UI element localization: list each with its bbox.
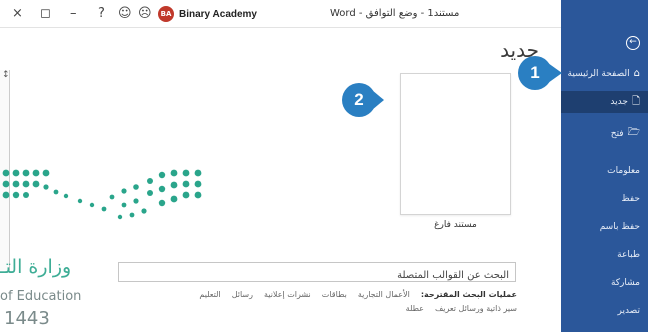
sidebar-item-label: مشاركة bbox=[610, 278, 640, 288]
sidebar-item-label: معلومات bbox=[607, 166, 640, 176]
close-icon[interactable]: × bbox=[12, 6, 23, 22]
template-search-input[interactable] bbox=[119, 266, 515, 285]
sidebar-item-new[interactable]: 🗋 جديد bbox=[561, 91, 648, 113]
sidebar-item-label: جديد bbox=[610, 97, 628, 107]
smile-feedback-icon[interactable]: ☺ bbox=[118, 6, 132, 22]
sidebar-item-open[interactable]: 🗁 فتح bbox=[611, 125, 640, 142]
suggested-link-education[interactable]: التعليم bbox=[199, 290, 220, 299]
help-icon[interactable]: ? bbox=[98, 6, 105, 22]
sidebar-item-print[interactable]: طباعة bbox=[617, 250, 640, 260]
backstage-sidebar: ← ⌂ الصفحة الرئيسية 🗋 جديد 🗁 فتح معلومات… bbox=[561, 0, 648, 332]
open-folder-icon: 🗁 bbox=[627, 127, 640, 138]
sidebar-item-label: حفظ bbox=[621, 194, 640, 204]
user-name: Binary Academy bbox=[179, 8, 257, 20]
sidebar-item-share[interactable]: مشاركة bbox=[611, 278, 640, 288]
account-area[interactable]: BA Binary Academy bbox=[158, 6, 257, 22]
suggested-link-flyers[interactable]: نشرات إعلانية bbox=[264, 290, 311, 299]
sidebar-item-export[interactable]: تصدير bbox=[617, 306, 640, 316]
sidebar-item-label: الصفحة الرئيسية bbox=[567, 68, 630, 79]
new-document-icon: 🗋 bbox=[631, 95, 640, 107]
blank-document-template[interactable] bbox=[400, 73, 511, 215]
document-title: Word - مستند1 - وضع التوافق bbox=[330, 8, 460, 19]
sidebar-item-label: فتح bbox=[610, 128, 624, 139]
back-arrow-icon[interactable]: ← bbox=[626, 36, 640, 50]
ministry-logo-dots bbox=[2, 169, 202, 220]
suggested-link-resumes[interactable]: سير ذاتية ورسائل تعريف bbox=[435, 304, 517, 313]
suggested-searches-label: عمليات البحث المقترحة: bbox=[420, 290, 517, 299]
title-bar: × ◻ – ? ☺ ☹ BA Binary Academy Word - مست… bbox=[0, 0, 561, 28]
resize-icon[interactable]: ↕ bbox=[2, 70, 10, 80]
sidebar-item-info[interactable]: معلومات bbox=[607, 166, 640, 176]
minimize-icon[interactable]: – bbox=[70, 6, 77, 22]
restore-icon[interactable]: ◻ bbox=[40, 6, 51, 22]
suggested-link-business[interactable]: الأعمال التجارية bbox=[358, 290, 410, 299]
callout-badge-2: 2 bbox=[342, 83, 376, 117]
sidebar-item-save[interactable]: حفظ bbox=[621, 194, 640, 204]
suggested-searches-row2: سير ذاتية ورسائل تعريف عطلة bbox=[406, 304, 517, 313]
callout-badge-1: 1 bbox=[518, 56, 552, 90]
ministry-english-text: of Education bbox=[0, 289, 82, 304]
sidebar-item-label: تصدير bbox=[617, 306, 640, 316]
suggested-link-cards[interactable]: بطاقات bbox=[322, 290, 347, 299]
ministry-arabic-text: وزارة التـ bbox=[0, 256, 72, 278]
sidebar-item-save-as[interactable]: حفظ باسم bbox=[600, 222, 640, 232]
sidebar-item-home[interactable]: ⌂ الصفحة الرئيسية bbox=[568, 68, 640, 79]
blank-document-label[interactable]: مستند فارغ bbox=[400, 220, 511, 230]
suggested-searches: عمليات البحث المقترحة: الأعمال التجارية … bbox=[199, 290, 517, 299]
template-search-box[interactable] bbox=[118, 262, 516, 285]
sidebar-item-label: حفظ باسم bbox=[599, 222, 640, 232]
word-backstage-window: × ◻ – ? ☺ ☹ BA Binary Academy Word - مست… bbox=[0, 0, 648, 332]
ministry-year: 1443 bbox=[4, 308, 50, 329]
suggested-link-holiday[interactable]: عطلة bbox=[406, 304, 424, 313]
suggested-link-letters[interactable]: رسائل bbox=[232, 290, 253, 299]
home-icon: ⌂ bbox=[633, 68, 640, 79]
sidebar-item-label: طباعة bbox=[617, 250, 640, 260]
avatar[interactable]: BA bbox=[158, 6, 174, 22]
frown-feedback-icon[interactable]: ☹ bbox=[138, 6, 152, 22]
